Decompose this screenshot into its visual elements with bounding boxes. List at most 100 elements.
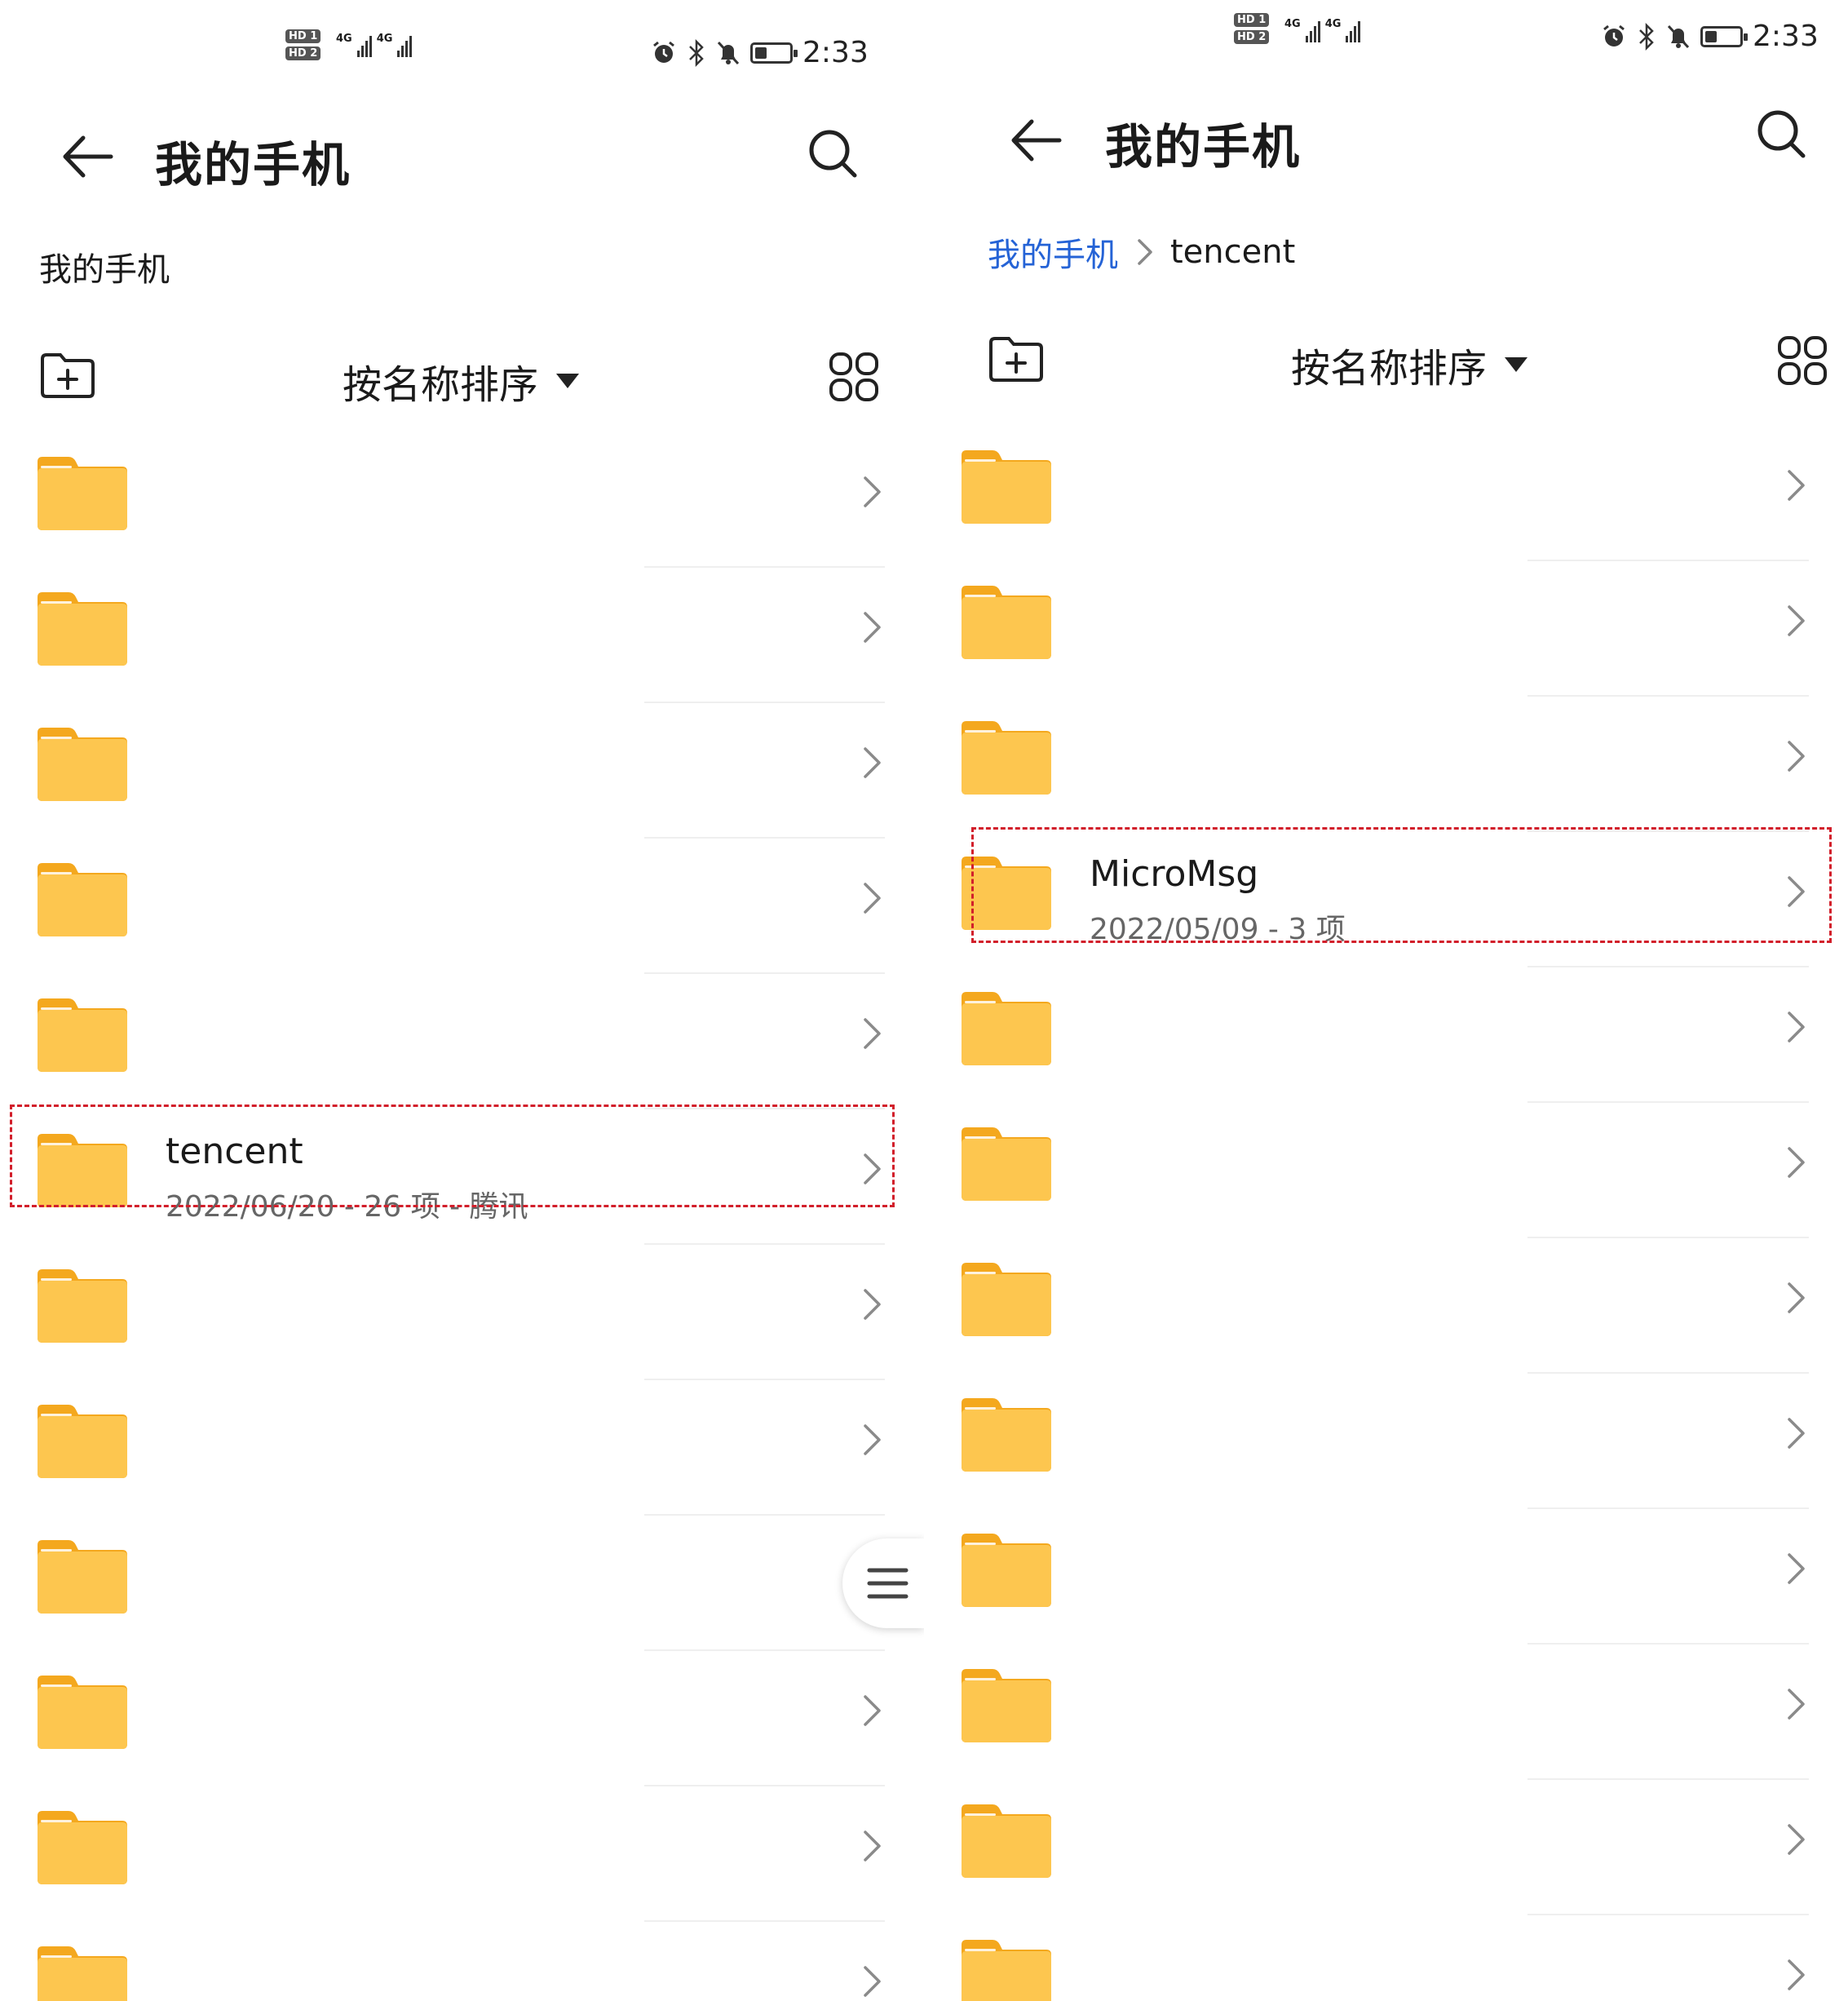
chevron-right-icon	[864, 1289, 881, 1320]
alarm-icon	[653, 41, 674, 63]
folder-row[interactable]	[924, 561, 1848, 697]
chevron-right-icon	[1788, 1553, 1805, 1584]
toolbar: 按名称排序	[0, 343, 924, 416]
breadcrumb: 我的手机 tencent	[988, 228, 1295, 276]
alarm-icon	[1603, 24, 1625, 46]
chevron-right-icon	[864, 1966, 881, 1997]
grid-view-icon[interactable]	[828, 351, 880, 403]
chevron-right-icon	[1788, 605, 1805, 636]
chevron-right-icon	[1788, 741, 1805, 772]
folder-row[interactable]	[924, 1374, 1848, 1509]
folder-icon	[962, 586, 1051, 659]
folder-row[interactable]	[924, 967, 1848, 1103]
mute-bell-icon	[1667, 24, 1690, 48]
bluetooth-icon	[689, 38, 704, 67]
new-folder-icon[interactable]	[39, 351, 96, 400]
app-bar: 我的手机	[924, 94, 1848, 184]
folder-row[interactable]	[924, 697, 1848, 832]
mute-bell-icon	[717, 41, 740, 64]
folder-row[interactable]	[0, 974, 924, 1109]
folder-row[interactable]	[0, 703, 924, 839]
folder-row[interactable]	[0, 1922, 924, 2001]
status-time: 2:33	[802, 36, 869, 69]
chevron-right-icon	[1788, 1282, 1805, 1313]
folder-row[interactable]	[0, 1651, 924, 1786]
floating-menu-button[interactable]	[842, 1538, 924, 1628]
breadcrumb-root-link[interactable]: 我的手机	[988, 228, 1118, 276]
breadcrumb-current: 我的手机	[39, 251, 170, 289]
folder-icon	[962, 1534, 1051, 1607]
new-folder-icon[interactable]	[988, 334, 1045, 383]
search-icon[interactable]	[1756, 108, 1808, 161]
bluetooth-icon	[1639, 22, 1654, 51]
folder-row[interactable]	[0, 1786, 924, 1922]
folder-row[interactable]	[0, 1380, 924, 1516]
chevron-right-icon	[1788, 1824, 1805, 1855]
chevron-right-icon	[1788, 470, 1805, 501]
folder-row[interactable]	[924, 1915, 1848, 2001]
folder-icon	[38, 1540, 127, 1614]
back-arrow-icon[interactable]	[1006, 112, 1063, 169]
toolbar: 按名称排序	[924, 326, 1848, 400]
chevron-right-icon	[864, 1018, 881, 1049]
chevron-right-icon	[1788, 1418, 1805, 1449]
folder-icon	[38, 1269, 127, 1343]
chevron-right-icon	[1788, 1689, 1805, 1720]
chevron-right-icon	[864, 747, 881, 778]
signal-icon: 4G 4G	[1284, 18, 1361, 42]
folder-icon	[962, 450, 1051, 524]
folder-icon	[962, 992, 1051, 1065]
folder-icon	[38, 1811, 127, 1884]
folder-icon	[962, 1127, 1051, 1201]
folder-row[interactable]	[924, 1238, 1848, 1374]
folder-icon	[38, 457, 127, 530]
folder-icon	[38, 728, 127, 801]
dropdown-arrow-icon	[556, 374, 580, 388]
right-screen: HD 1 HD 2 4G 4G 2:33 我的手机 我的手机 tencent 按…	[924, 0, 1848, 2001]
page-title: 我的手机	[155, 137, 351, 193]
folder-row[interactable]	[924, 426, 1848, 561]
search-icon[interactable]	[807, 128, 860, 180]
sort-label: 按名称排序	[1291, 346, 1488, 392]
breadcrumb: 我的手机	[39, 243, 170, 290]
sort-label: 按名称排序	[343, 362, 539, 408]
folder-row[interactable]	[0, 432, 924, 568]
folder-icon	[962, 1804, 1051, 1878]
folder-icon	[962, 1263, 1051, 1336]
chevron-right-icon	[864, 1424, 881, 1455]
folder-icon	[962, 1398, 1051, 1472]
sim2-badge: HD 2	[1234, 30, 1270, 44]
folder-row[interactable]	[0, 568, 924, 703]
sim1-badge: HD 1	[285, 29, 321, 43]
chevron-right-icon	[1788, 1959, 1805, 1990]
sim1-badge: HD 1	[1234, 13, 1270, 27]
sort-dropdown[interactable]: 按名称排序	[343, 352, 580, 409]
grid-view-icon[interactable]	[1776, 334, 1828, 387]
folder-row[interactable]	[924, 1509, 1848, 1645]
folder-icon	[38, 1405, 127, 1478]
folder-row[interactable]	[924, 1780, 1848, 1915]
chevron-right-icon	[864, 1695, 881, 1726]
folder-icon	[38, 1676, 127, 1749]
folder-row[interactable]	[924, 1103, 1848, 1238]
chevron-right-icon	[864, 612, 881, 643]
highlight-box	[971, 827, 1832, 943]
signal-icon: 4G 4G	[336, 33, 413, 57]
sort-dropdown[interactable]: 按名称排序	[1291, 336, 1528, 393]
chevron-right-icon	[1788, 1012, 1805, 1043]
dropdown-arrow-icon	[1505, 357, 1528, 372]
folder-row[interactable]	[0, 1245, 924, 1380]
back-arrow-icon[interactable]	[57, 128, 114, 185]
chevron-right-icon	[864, 883, 881, 914]
folder-row[interactable]	[0, 1516, 924, 1651]
left-screen: HD 1 HD 2 4G 4G 2:33 我的手机 我的手机 按名称排序 ten…	[0, 0, 924, 2001]
folder-icon	[38, 863, 127, 936]
battery-icon	[1700, 25, 1748, 47]
battery-icon	[750, 42, 798, 64]
folder-row[interactable]	[0, 839, 924, 974]
chevron-right-icon	[864, 476, 881, 507]
sim2-badge: HD 2	[285, 46, 321, 60]
folder-row[interactable]	[924, 1645, 1848, 1780]
status-icons: 2:33	[1601, 20, 1819, 53]
folder-icon	[962, 1669, 1051, 1742]
